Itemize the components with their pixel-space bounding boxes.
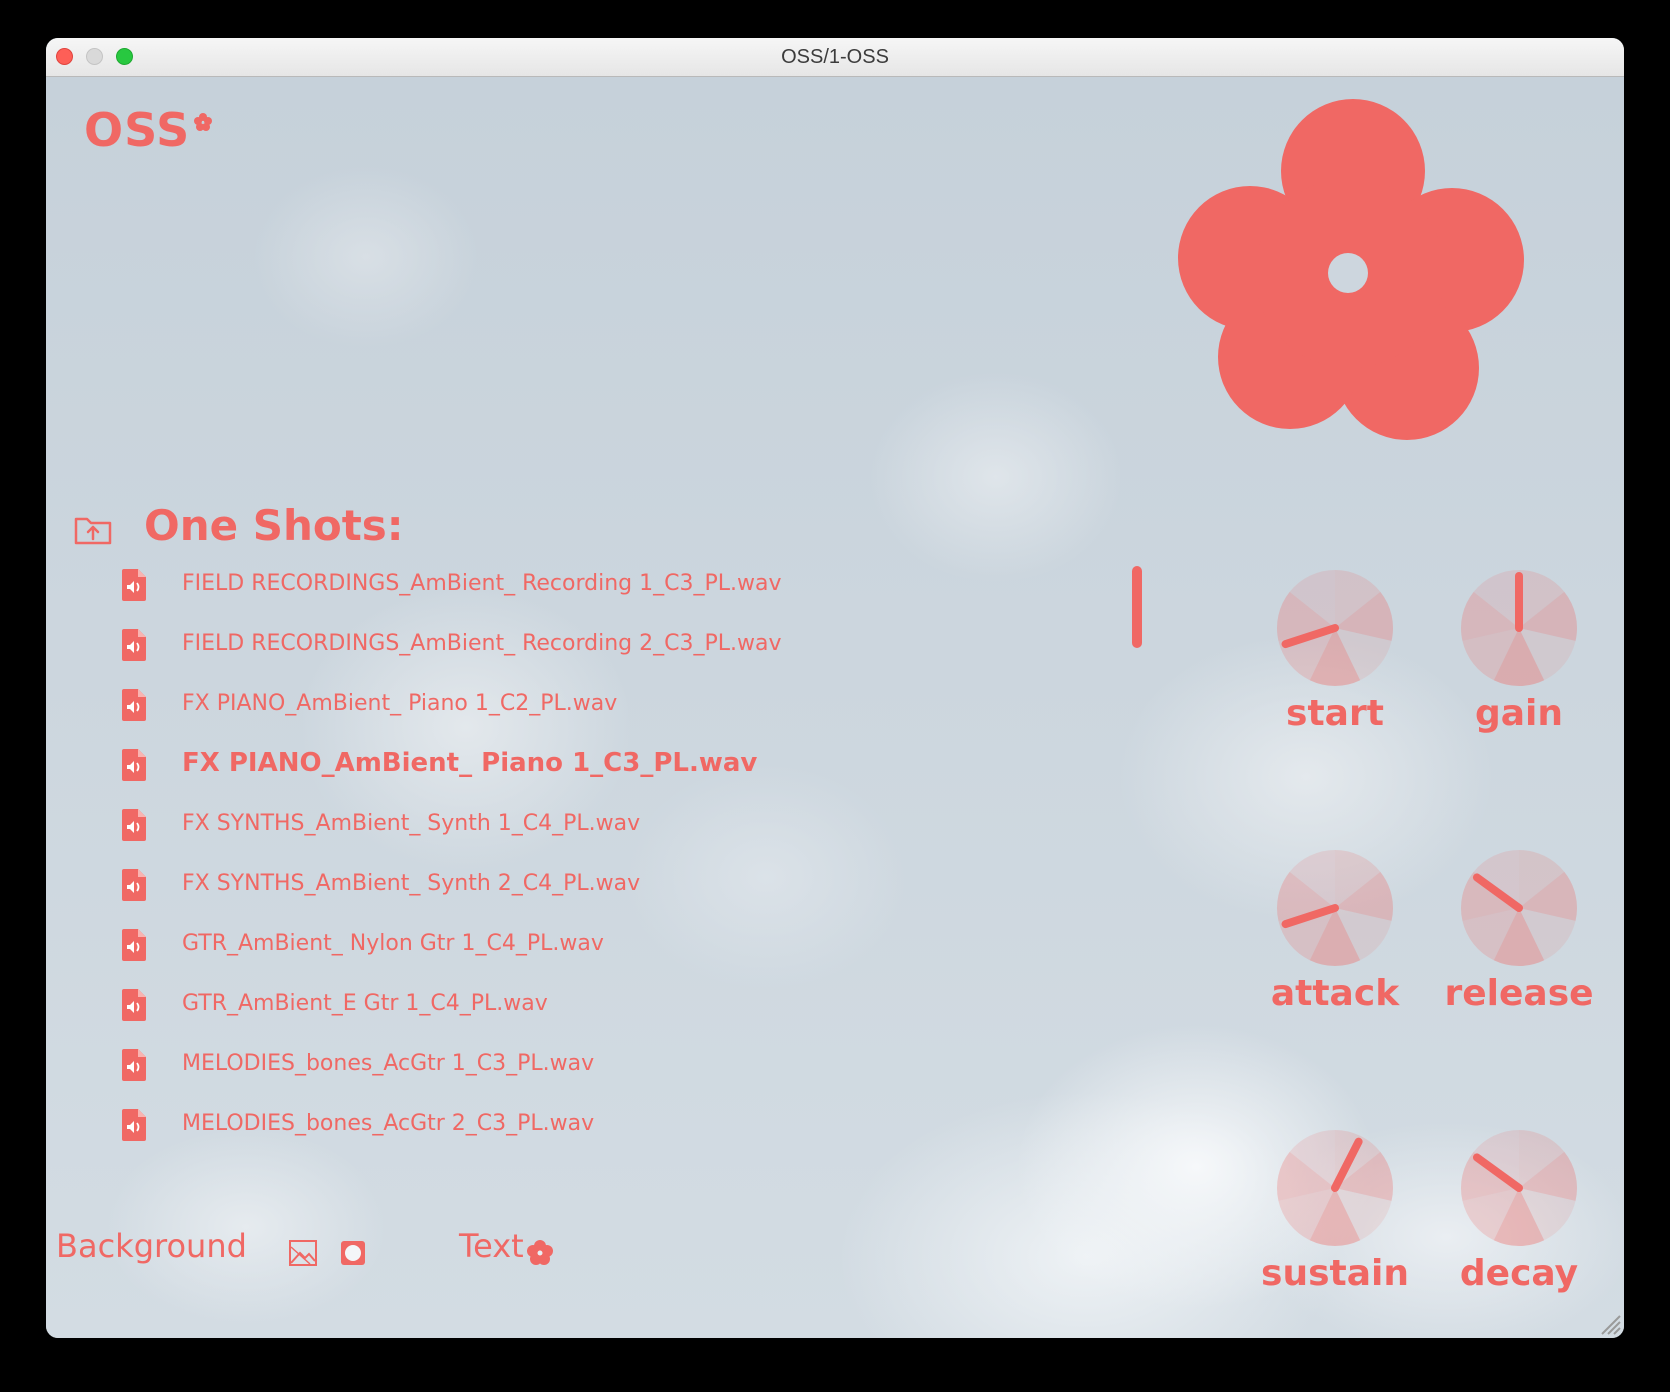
title-bar[interactable]: OSS/1-OSS	[46, 38, 1624, 77]
window-title: OSS/1-OSS	[781, 46, 889, 68]
folder-upload-icon[interactable]	[74, 515, 112, 545]
file-name: FX PIANO_AmBient_ Piano 1_C3_PL.wav	[182, 748, 758, 778]
audio-file-icon	[122, 1109, 146, 1141]
plugin-content: OSS One Shots: FIELD RECORDINGS_AmBient_…	[46, 77, 1624, 1338]
resize-grip-icon[interactable]	[1596, 1310, 1622, 1336]
audio-file-icon	[122, 1049, 146, 1081]
app-window: OSS/1-OSS OSS One Shots: FIELD RECORDING…	[46, 38, 1624, 1338]
app-logo: OSS	[84, 103, 191, 157]
flower-play-button[interactable]	[1172, 95, 1532, 445]
file-name: MELODIES_bones_AcGtr 1_C3_PL.wav	[182, 1051, 595, 1076]
image-icon[interactable]	[288, 1239, 318, 1267]
file-name: MELODIES_bones_AcGtr 2_C3_PL.wav	[182, 1111, 595, 1136]
sustain-knob[interactable]	[1272, 1125, 1398, 1251]
release-knob[interactable]	[1456, 845, 1582, 971]
audio-file-icon	[122, 809, 146, 841]
file-name: FIELD RECORDINGS_AmBient_ Recording 2_C3…	[182, 631, 782, 656]
audio-file-icon	[122, 689, 146, 721]
audio-file-icon	[122, 929, 146, 961]
one-shots-title: One Shots:	[144, 501, 404, 550]
release-label: release	[1444, 973, 1594, 1014]
text-label: Text	[459, 1227, 524, 1265]
audio-file-icon	[122, 629, 146, 661]
attack-knob[interactable]	[1272, 845, 1398, 971]
audio-file-icon	[122, 869, 146, 901]
file-name: FX SYNTHS_AmBient_ Synth 2_C4_PL.wav	[182, 871, 641, 896]
file-name: FX SYNTHS_AmBient_ Synth 1_C4_PL.wav	[182, 811, 641, 836]
decay-knob[interactable]	[1456, 1125, 1582, 1251]
gain-knob[interactable]	[1456, 565, 1582, 691]
audio-file-icon	[122, 569, 146, 601]
attack-label: attack	[1270, 973, 1400, 1014]
file-name: GTR_AmBient_E Gtr 1_C4_PL.wav	[182, 991, 548, 1016]
sustain-label: sustain	[1261, 1253, 1409, 1294]
volume-slider[interactable]	[1132, 566, 1142, 648]
square-color-icon[interactable]	[339, 1239, 367, 1267]
background-label: Background	[56, 1227, 247, 1265]
start-knob[interactable]	[1272, 565, 1398, 691]
flower-color-icon[interactable]	[526, 1239, 554, 1267]
audio-file-icon	[122, 749, 146, 781]
start-label: start	[1286, 693, 1384, 734]
decay-label: decay	[1459, 1253, 1579, 1294]
gain-label: gain	[1474, 693, 1564, 734]
audio-file-icon	[122, 989, 146, 1021]
file-name: GTR_AmBient_ Nylon Gtr 1_C4_PL.wav	[182, 931, 604, 956]
logo-flower-icon	[194, 113, 212, 131]
file-name: FX PIANO_AmBient_ Piano 1_C2_PL.wav	[182, 691, 618, 716]
file-name: FIELD RECORDINGS_AmBient_ Recording 1_C3…	[182, 571, 782, 596]
